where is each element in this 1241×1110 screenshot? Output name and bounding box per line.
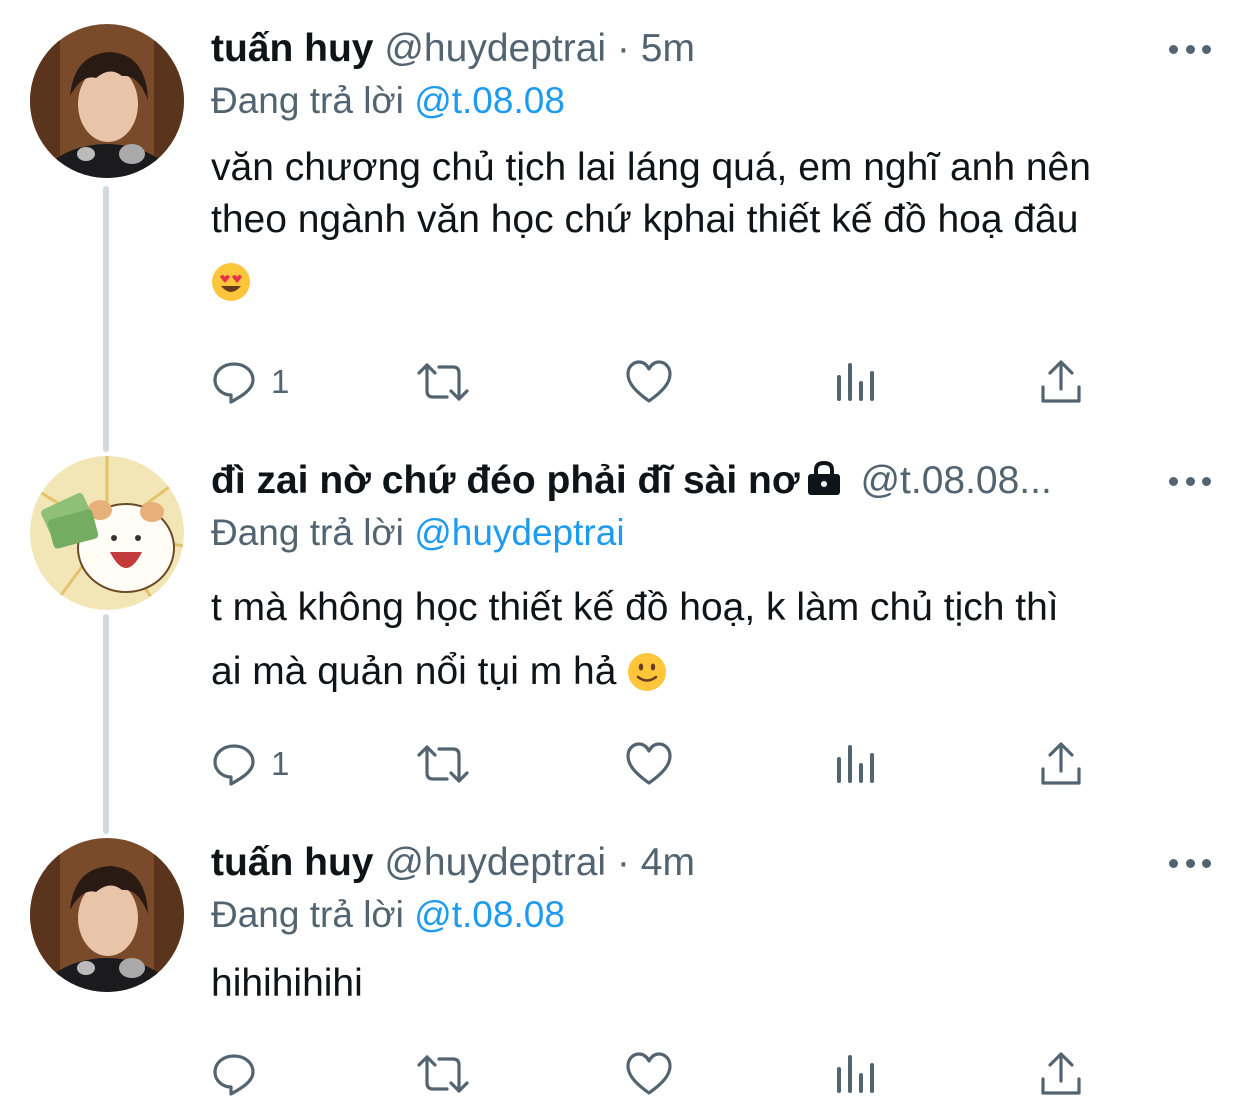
- more-icon[interactable]: [1169, 466, 1211, 496]
- analytics-icon: [837, 363, 874, 401]
- retweet-button[interactable]: [415, 1044, 471, 1104]
- avatar[interactable]: [30, 456, 184, 610]
- tweet-header: tuấn huy @huydeptrai · 5m: [211, 24, 1151, 74]
- reply-icon: [213, 744, 255, 786]
- tweet-actions: 1: [211, 734, 1091, 794]
- avatar[interactable]: [30, 24, 184, 178]
- share-button[interactable]: [1039, 1044, 1083, 1104]
- heart-icon: [626, 360, 672, 403]
- tweet-text-line: theo ngành văn học chứ kphai thiết kế đồ…: [211, 198, 1079, 241]
- share-icon: [1041, 1052, 1081, 1095]
- like-button[interactable]: [625, 734, 673, 794]
- tweet[interactable]: tuấn huy @huydeptrai · 4m Đang trả lời @…: [0, 838, 1241, 1110]
- tweet-text-line: t mà không học thiết kế đồ hoạ, k làm ch…: [211, 586, 1059, 629]
- heart-icon: [626, 1052, 672, 1095]
- like-button[interactable]: [625, 352, 673, 412]
- tweet[interactable]: đì zai nờ chứ đéo phải đĩ sài nơ @t.08.0…: [0, 456, 1241, 796]
- reply-button[interactable]: 1: [211, 734, 289, 794]
- share-button[interactable]: [1039, 352, 1083, 412]
- replying-to: Đang trả lời @t.08.08: [211, 76, 565, 126]
- tweet-text-line: ai mà quản nổi tụi m hả: [211, 650, 617, 693]
- slight-smile-emoji-icon: [627, 648, 667, 712]
- reply-button[interactable]: [211, 1044, 271, 1104]
- mention-link[interactable]: @t.08.08: [414, 80, 565, 121]
- timestamp[interactable]: 5m: [641, 27, 695, 70]
- tweet-text-line: hihihihihi: [211, 962, 363, 1005]
- user-handle[interactable]: @t.08.08...: [860, 459, 1051, 502]
- more-icon[interactable]: [1169, 848, 1211, 878]
- tweet-header: tuấn huy @huydeptrai · 4m: [211, 838, 1151, 888]
- analytics-icon: [837, 1055, 874, 1093]
- mention-link[interactable]: @huydeptrai: [414, 512, 624, 553]
- mention-link[interactable]: @t.08.08: [414, 894, 565, 935]
- reply-button[interactable]: 1: [211, 352, 289, 412]
- replying-to-label: Đang trả lời: [211, 894, 404, 935]
- reply-icon: [213, 362, 255, 404]
- share-icon: [1041, 360, 1081, 403]
- heart-icon: [626, 742, 672, 785]
- tweet-actions: 1: [211, 352, 1091, 412]
- reply-icon: [213, 1054, 255, 1096]
- display-name[interactable]: tuấn huy: [211, 841, 374, 884]
- tweet[interactable]: tuấn huy @huydeptrai · 5m Đang trả lời @…: [0, 24, 1241, 424]
- separator-dot: ·: [616, 841, 630, 884]
- reply-count: 1: [271, 363, 290, 400]
- analytics-icon: [837, 745, 874, 783]
- tweet-actions: [211, 1044, 1091, 1104]
- heart-eyes-emoji-icon: [211, 262, 251, 316]
- reply-count: 1: [271, 745, 290, 782]
- tweet-text-line: văn chương chủ tịch lai láng quá, em ngh…: [211, 146, 1091, 189]
- avatar[interactable]: [30, 838, 184, 992]
- analytics-button[interactable]: [833, 734, 877, 794]
- share-button[interactable]: [1039, 734, 1083, 794]
- retweet-button[interactable]: [415, 352, 471, 412]
- analytics-button[interactable]: [833, 1044, 877, 1104]
- separator-dot: ·: [616, 27, 630, 70]
- retweet-button[interactable]: [415, 734, 471, 794]
- analytics-button[interactable]: [833, 352, 877, 412]
- timestamp[interactable]: 4m: [641, 841, 695, 884]
- display-name[interactable]: đì zai nờ chứ đéo phải đĩ sài nơ: [211, 459, 800, 502]
- retweet-icon: [417, 745, 469, 783]
- like-button[interactable]: [625, 1044, 673, 1104]
- more-icon[interactable]: [1169, 34, 1211, 64]
- tweet-text: văn chương chủ tịch lai láng quá, em ngh…: [211, 142, 1211, 316]
- replying-to: Đang trả lời @huydeptrai: [211, 508, 625, 558]
- display-name[interactable]: tuấn huy: [211, 27, 374, 70]
- tweet-text: t mà không học thiết kế đồ hoạ, k làm ch…: [211, 576, 1211, 712]
- tweet-text: hihihihihi: [211, 958, 1211, 1010]
- lock-icon: [804, 459, 844, 506]
- share-icon: [1041, 742, 1081, 785]
- retweet-icon: [417, 363, 469, 401]
- retweet-icon: [417, 1055, 469, 1093]
- user-handle[interactable]: @huydeptrai: [384, 841, 606, 884]
- replying-to: Đang trả lời @t.08.08: [211, 890, 565, 940]
- tweet-header: đì zai nờ chứ đéo phải đĩ sài nơ @t.08.0…: [211, 456, 1151, 506]
- replying-to-label: Đang trả lời: [211, 512, 404, 553]
- user-handle[interactable]: @huydeptrai: [384, 27, 606, 70]
- replying-to-label: Đang trả lời: [211, 80, 404, 121]
